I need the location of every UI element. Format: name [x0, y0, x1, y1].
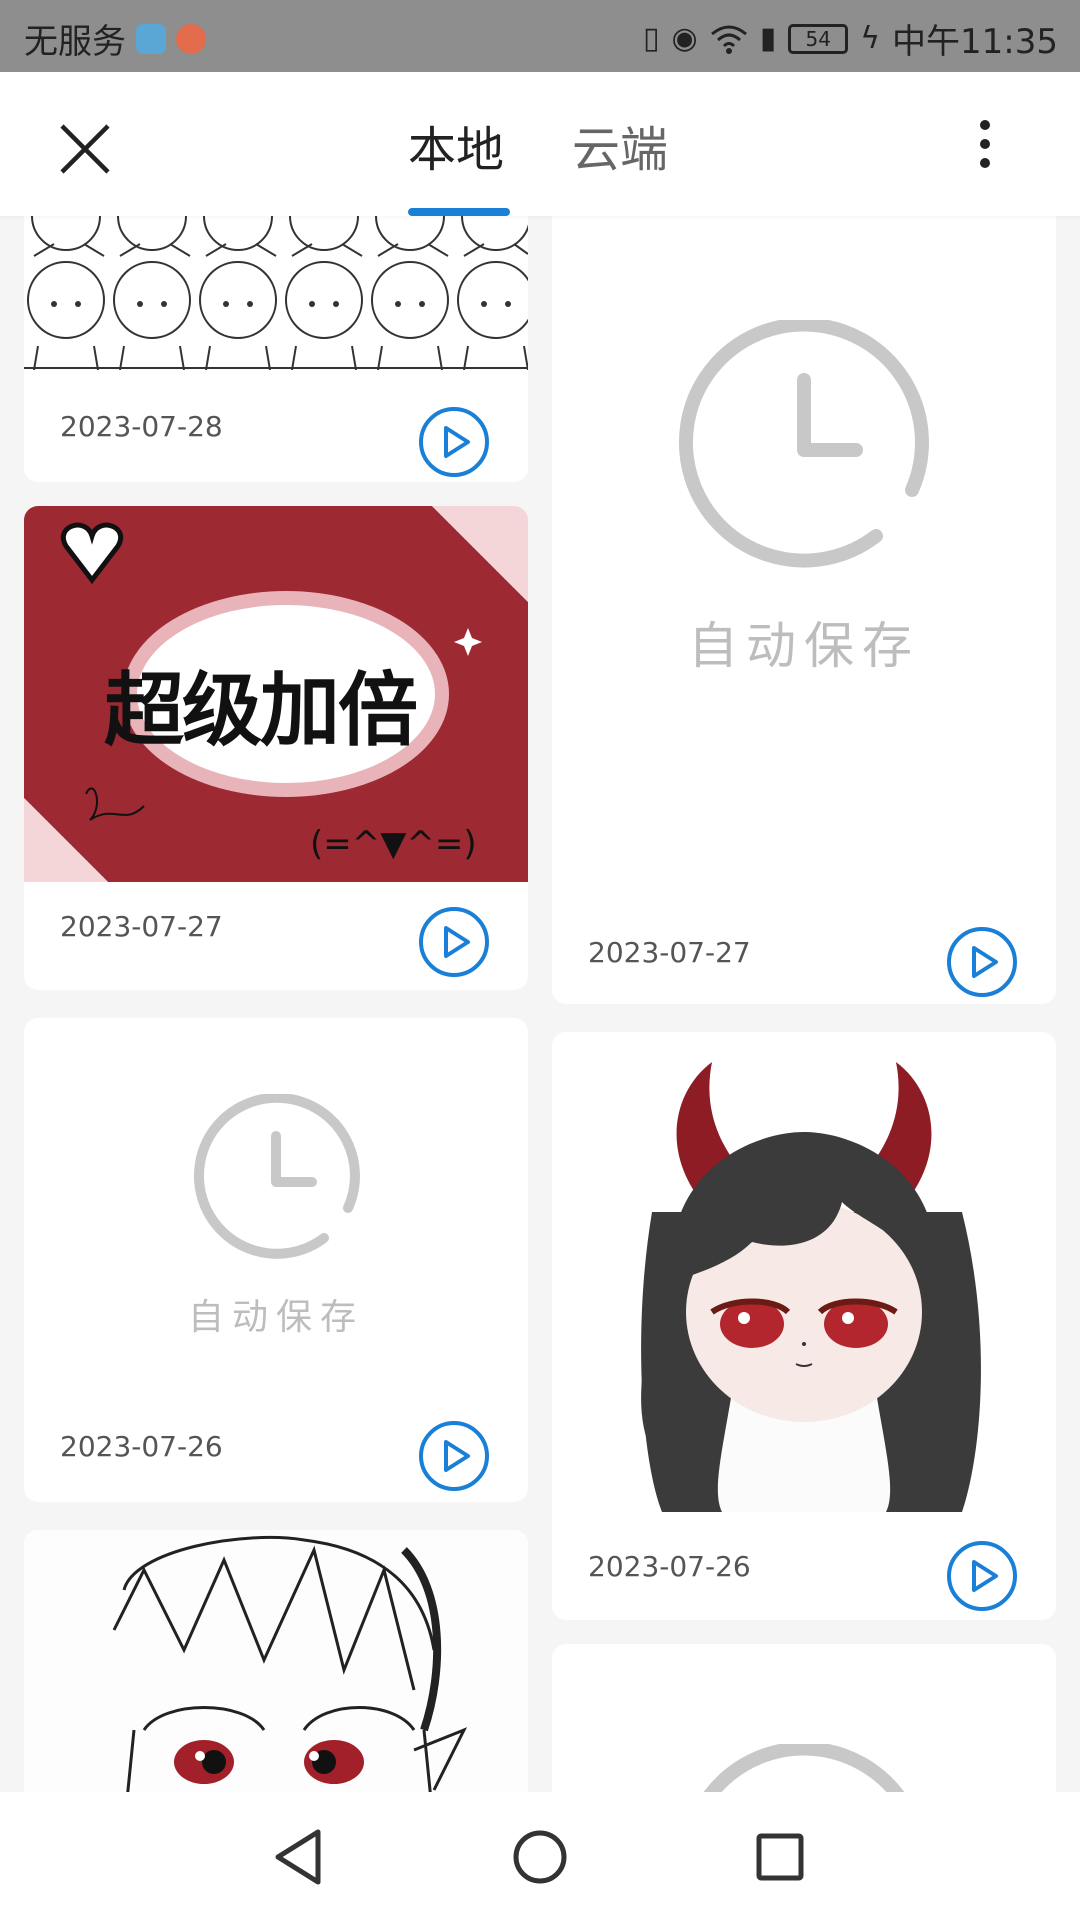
clock-icon [703, 1744, 905, 1792]
artwork-card[interactable]: 自动保存 2023-07-26 [24, 1018, 528, 1502]
sim-alert-icon: ▮ [759, 21, 777, 56]
artwork-thumbnail: 超级加倍 (=^▼^=) [24, 506, 528, 882]
tab-local[interactable]: 本地 [408, 110, 504, 180]
card-date: 2023-07-28 [60, 410, 223, 443]
artwork-thumbnail [24, 216, 528, 370]
carrier-label: 无服务 [24, 22, 126, 62]
clock: 中午11:35 [892, 22, 1058, 62]
artwork-grid[interactable]: 2023-07-28 超级加倍 (=^▼^=) 2023-07-27 自动保存 … [0, 216, 1080, 1792]
play-button-icon[interactable] [418, 406, 490, 478]
thumbnail-emoticon-text: (=^▼^=) [310, 824, 477, 864]
more-options-icon[interactable] [960, 116, 1008, 172]
eye-icon: ◉ [671, 21, 698, 56]
artwork-card[interactable] [24, 1530, 528, 1792]
clock-icon [678, 320, 929, 568]
play-button-icon[interactable] [418, 1420, 490, 1492]
artwork-thumbnail [552, 1032, 1056, 1512]
autosave-label: 自动保存 [688, 617, 920, 675]
battery-icon: 54 [788, 23, 849, 54]
tab-cloud[interactable]: 云端 [572, 110, 668, 180]
shield-icon [136, 23, 166, 54]
play-button-icon[interactable] [418, 906, 490, 978]
play-button-icon[interactable] [946, 926, 1018, 998]
tab-bar: 本地 云端 [0, 72, 1080, 216]
card-date: 2023-07-27 [60, 910, 223, 943]
artwork-card[interactable] [552, 1644, 1056, 1792]
artwork-thumbnail [24, 1530, 528, 1792]
thumbnail-title-text: 超级加倍 [104, 664, 418, 757]
artwork-card[interactable]: 2023-07-28 [24, 216, 528, 482]
artwork-card[interactable]: 2023-07-26 [552, 1032, 1056, 1620]
wifi-icon [710, 25, 747, 54]
artwork-card[interactable]: 超级加倍 (=^▼^=) 2023-07-27 [24, 506, 528, 990]
vibrate-icon: ▯ [643, 21, 660, 56]
app-notification-icon [176, 23, 206, 54]
card-date: 2023-07-26 [588, 1550, 751, 1583]
charging-icon: ϟ [860, 21, 881, 56]
recents-icon[interactable] [745, 1822, 815, 1892]
system-navigation-bar [0, 1792, 1080, 1920]
artwork-card[interactable]: 自动保存 2023-07-27 [552, 216, 1056, 1004]
autosave-label: 自动保存 [187, 1297, 364, 1338]
status-bar: 无服务 ▯ ◉ ▮ 54 ϟ 中午11:35 [0, 0, 1080, 72]
top-app-bar: 本地 云端 [0, 72, 1080, 216]
card-date: 2023-07-27 [588, 936, 751, 969]
play-button-icon[interactable] [946, 1540, 1018, 1612]
active-tab-indicator [408, 208, 510, 216]
clock-icon [193, 1094, 360, 1259]
back-icon[interactable] [264, 1822, 334, 1892]
home-icon[interactable] [505, 1822, 575, 1892]
card-date: 2023-07-26 [60, 1430, 223, 1463]
